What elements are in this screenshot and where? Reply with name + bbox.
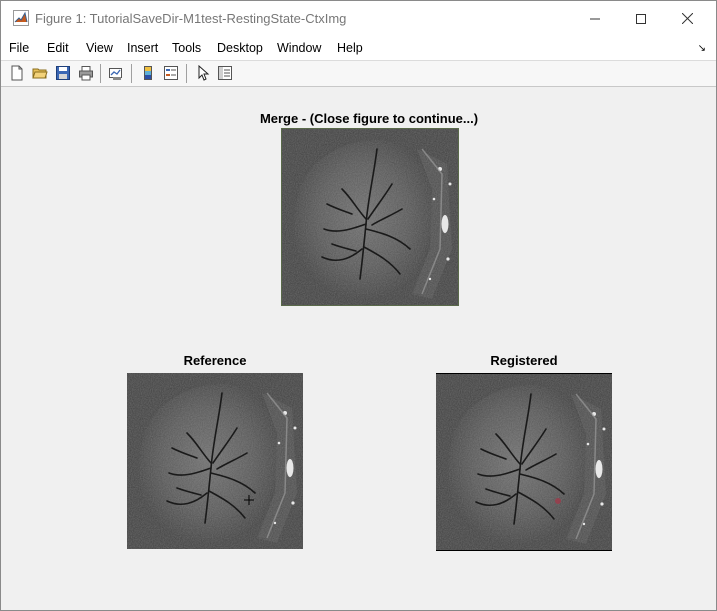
menu-edit[interactable]: Edit [47, 41, 69, 55]
toolbar-separator [131, 64, 132, 83]
maximize-icon [636, 13, 646, 24]
figure-toolbar [1, 61, 716, 87]
registered-brain-image [436, 374, 612, 550]
minimize-button[interactable] [572, 1, 618, 36]
insert-legend-icon[interactable] [163, 65, 179, 81]
reference-image-axes[interactable] [127, 373, 303, 549]
property-inspector-icon[interactable] [217, 65, 233, 81]
toolbar-separator [186, 64, 187, 83]
insert-colorbar-icon[interactable] [140, 65, 156, 81]
maximize-button[interactable] [618, 1, 664, 36]
menu-desktop[interactable]: Desktop [217, 41, 263, 55]
open-file-icon[interactable] [32, 65, 48, 81]
merge-brain-image [282, 129, 458, 305]
menu-window[interactable]: Window [277, 41, 321, 55]
edit-plot-icon[interactable] [195, 65, 211, 81]
menu-bar: File Edit View Insert Tools Desktop Wind… [1, 36, 716, 61]
close-icon [681, 13, 693, 24]
print-icon[interactable] [78, 65, 94, 81]
menu-file[interactable]: File [9, 41, 29, 55]
figure-window: Figure 1: TutorialSaveDir-M1test-Resting… [0, 0, 717, 611]
registered-axes-title: Registered [490, 353, 558, 368]
merge-image-axes[interactable] [281, 128, 459, 306]
menu-tools[interactable]: Tools [172, 41, 201, 55]
title-bar[interactable]: Figure 1: TutorialSaveDir-M1test-Resting… [1, 1, 716, 36]
merge-axes-title: Merge - (Close figure to continue...) [259, 111, 479, 126]
registration-marker [555, 498, 561, 504]
save-icon[interactable] [55, 65, 71, 81]
menu-insert[interactable]: Insert [127, 41, 158, 55]
window-title: Figure 1: TutorialSaveDir-M1test-Resting… [35, 11, 347, 26]
matlab-icon [13, 10, 29, 26]
toolbar-separator [100, 64, 101, 83]
reference-brain-image [127, 373, 303, 549]
minimize-icon [590, 18, 600, 19]
dock-arrow-icon[interactable]: ↘ [698, 43, 706, 54]
link-plot-icon[interactable] [108, 65, 124, 81]
figure-canvas: Merge - (Close figure to continue...) Re… [6, 87, 715, 607]
menu-help[interactable]: Help [337, 41, 363, 55]
close-button[interactable] [664, 1, 710, 36]
reference-axes-title: Reference [183, 353, 247, 368]
menu-view[interactable]: View [86, 41, 113, 55]
new-figure-icon[interactable] [9, 65, 25, 81]
registered-image-axes[interactable] [436, 373, 612, 551]
